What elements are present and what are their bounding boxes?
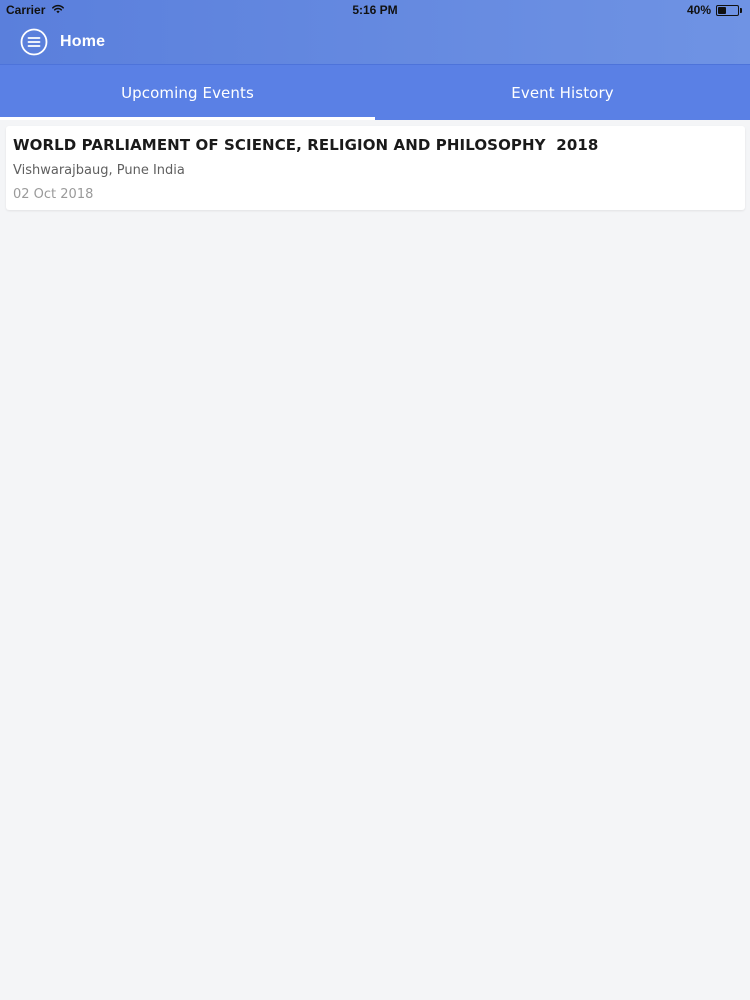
event-location: Vishwarajbaug, Pune India: [13, 163, 185, 178]
event-title: WORLD PARLIAMENT OF SCIENCE, RELIGION AN…: [13, 136, 599, 154]
status-time: 5:16 PM: [352, 3, 398, 17]
battery-level-fill: [718, 6, 726, 14]
menu-icon[interactable]: [20, 28, 48, 56]
tab-upcoming-events-label: Upcoming Events: [121, 84, 254, 102]
event-date: 02 Oct 2018: [13, 187, 94, 202]
page-title: Home: [60, 33, 106, 50]
navigation-bar: Home: [20, 28, 105, 56]
event-list: WORLD PARLIAMENT OF SCIENCE, RELIGION AN…: [6, 126, 745, 210]
event-card[interactable]: WORLD PARLIAMENT OF SCIENCE, RELIGION AN…: [6, 126, 745, 210]
battery-percent: 40%: [686, 3, 711, 17]
selected-tab-indicator: [0, 117, 375, 120]
status-right: 40%: [687, 3, 742, 17]
tab-upcoming-events[interactable]: Upcoming Events: [0, 65, 375, 121]
top-bar: Carrier 5:16 PM 40% Home: [0, 0, 750, 64]
battery-icon: [716, 4, 742, 16]
tab-bar: Upcoming Events Event History: [0, 64, 750, 120]
battery-tip: [740, 7, 742, 13]
tab-event-history-label: Event History: [511, 84, 614, 102]
battery-body: [716, 4, 739, 16]
app-screen: Carrier 5:16 PM 40% Home Upcoming Events…: [0, 0, 750, 1000]
status-bar: Carrier 5:16 PM 40%: [0, 0, 750, 22]
tab-event-history[interactable]: Event History: [375, 65, 750, 121]
